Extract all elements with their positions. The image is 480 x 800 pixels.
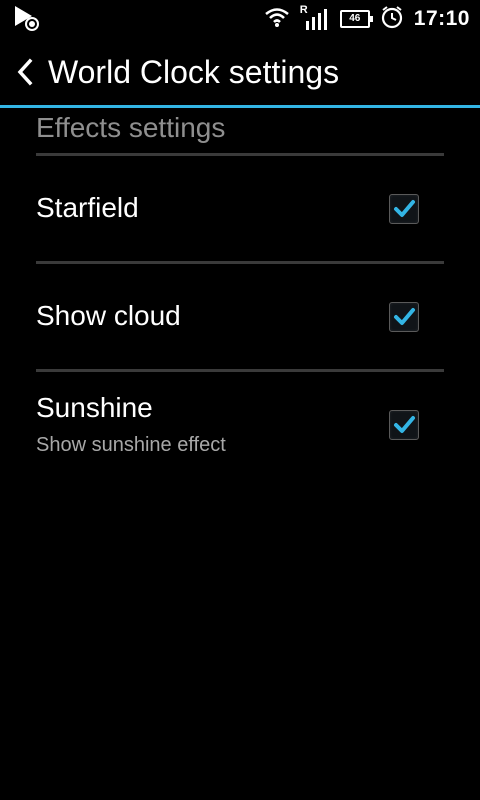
battery-icon: 46 bbox=[339, 10, 373, 28]
starfield-checkbox[interactable] bbox=[389, 194, 419, 224]
wifi-icon bbox=[264, 6, 290, 33]
pref-row-sunshine[interactable]: Sunshine Show sunshine effect bbox=[0, 372, 480, 478]
pref-title: Starfield bbox=[36, 192, 139, 223]
signal-icon: R bbox=[300, 4, 330, 32]
check-icon bbox=[394, 200, 415, 217]
alarm-icon bbox=[380, 5, 404, 34]
category-title: Effects settings bbox=[36, 112, 226, 143]
status-bar: R 46 17:10 bbox=[0, 0, 480, 38]
check-icon bbox=[394, 416, 415, 433]
sunshine-checkbox[interactable] bbox=[389, 410, 419, 440]
play-store-notification-icon bbox=[12, 4, 42, 39]
battery-level: 46 bbox=[349, 13, 361, 24]
status-icons: R 46 17:10 bbox=[264, 0, 470, 38]
page-title[interactable]: World Clock settings bbox=[48, 54, 339, 91]
status-time: 17:10 bbox=[413, 7, 470, 30]
pref-row-starfield[interactable]: Starfield bbox=[0, 156, 480, 262]
action-bar: World Clock settings bbox=[0, 38, 480, 106]
pref-row-show-cloud[interactable]: Show cloud bbox=[0, 264, 480, 370]
show-cloud-checkbox[interactable] bbox=[389, 302, 419, 332]
pref-summary: Show sunshine effect bbox=[36, 434, 226, 456]
check-icon bbox=[394, 308, 415, 325]
pref-title: Show cloud bbox=[36, 300, 181, 331]
action-bar-divider bbox=[0, 105, 480, 108]
pref-title: Sunshine bbox=[36, 392, 153, 423]
chevron-left-icon[interactable] bbox=[10, 52, 40, 92]
